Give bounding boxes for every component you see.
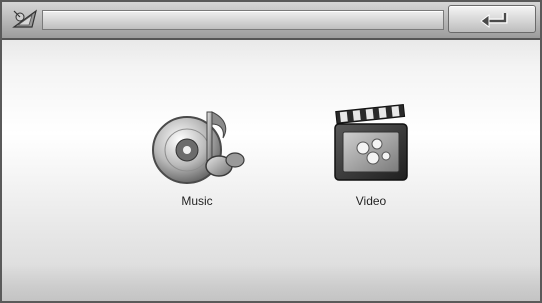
bottom-band	[2, 265, 540, 301]
satellite-icon	[12, 9, 37, 28]
return-arrow-icon	[480, 13, 508, 28]
title-bar	[42, 10, 444, 30]
music-menu-item[interactable]: Music	[142, 102, 252, 222]
video-clapper-icon	[334, 103, 408, 181]
music-disc-icon	[152, 111, 245, 184]
media-menu-screen: Music Video	[0, 0, 542, 303]
music-label: Music	[181, 194, 213, 208]
video-label: Video	[355, 194, 387, 208]
top-bar	[2, 2, 540, 40]
back-button[interactable]	[448, 5, 536, 33]
video-menu-item[interactable]: Video	[316, 102, 426, 222]
